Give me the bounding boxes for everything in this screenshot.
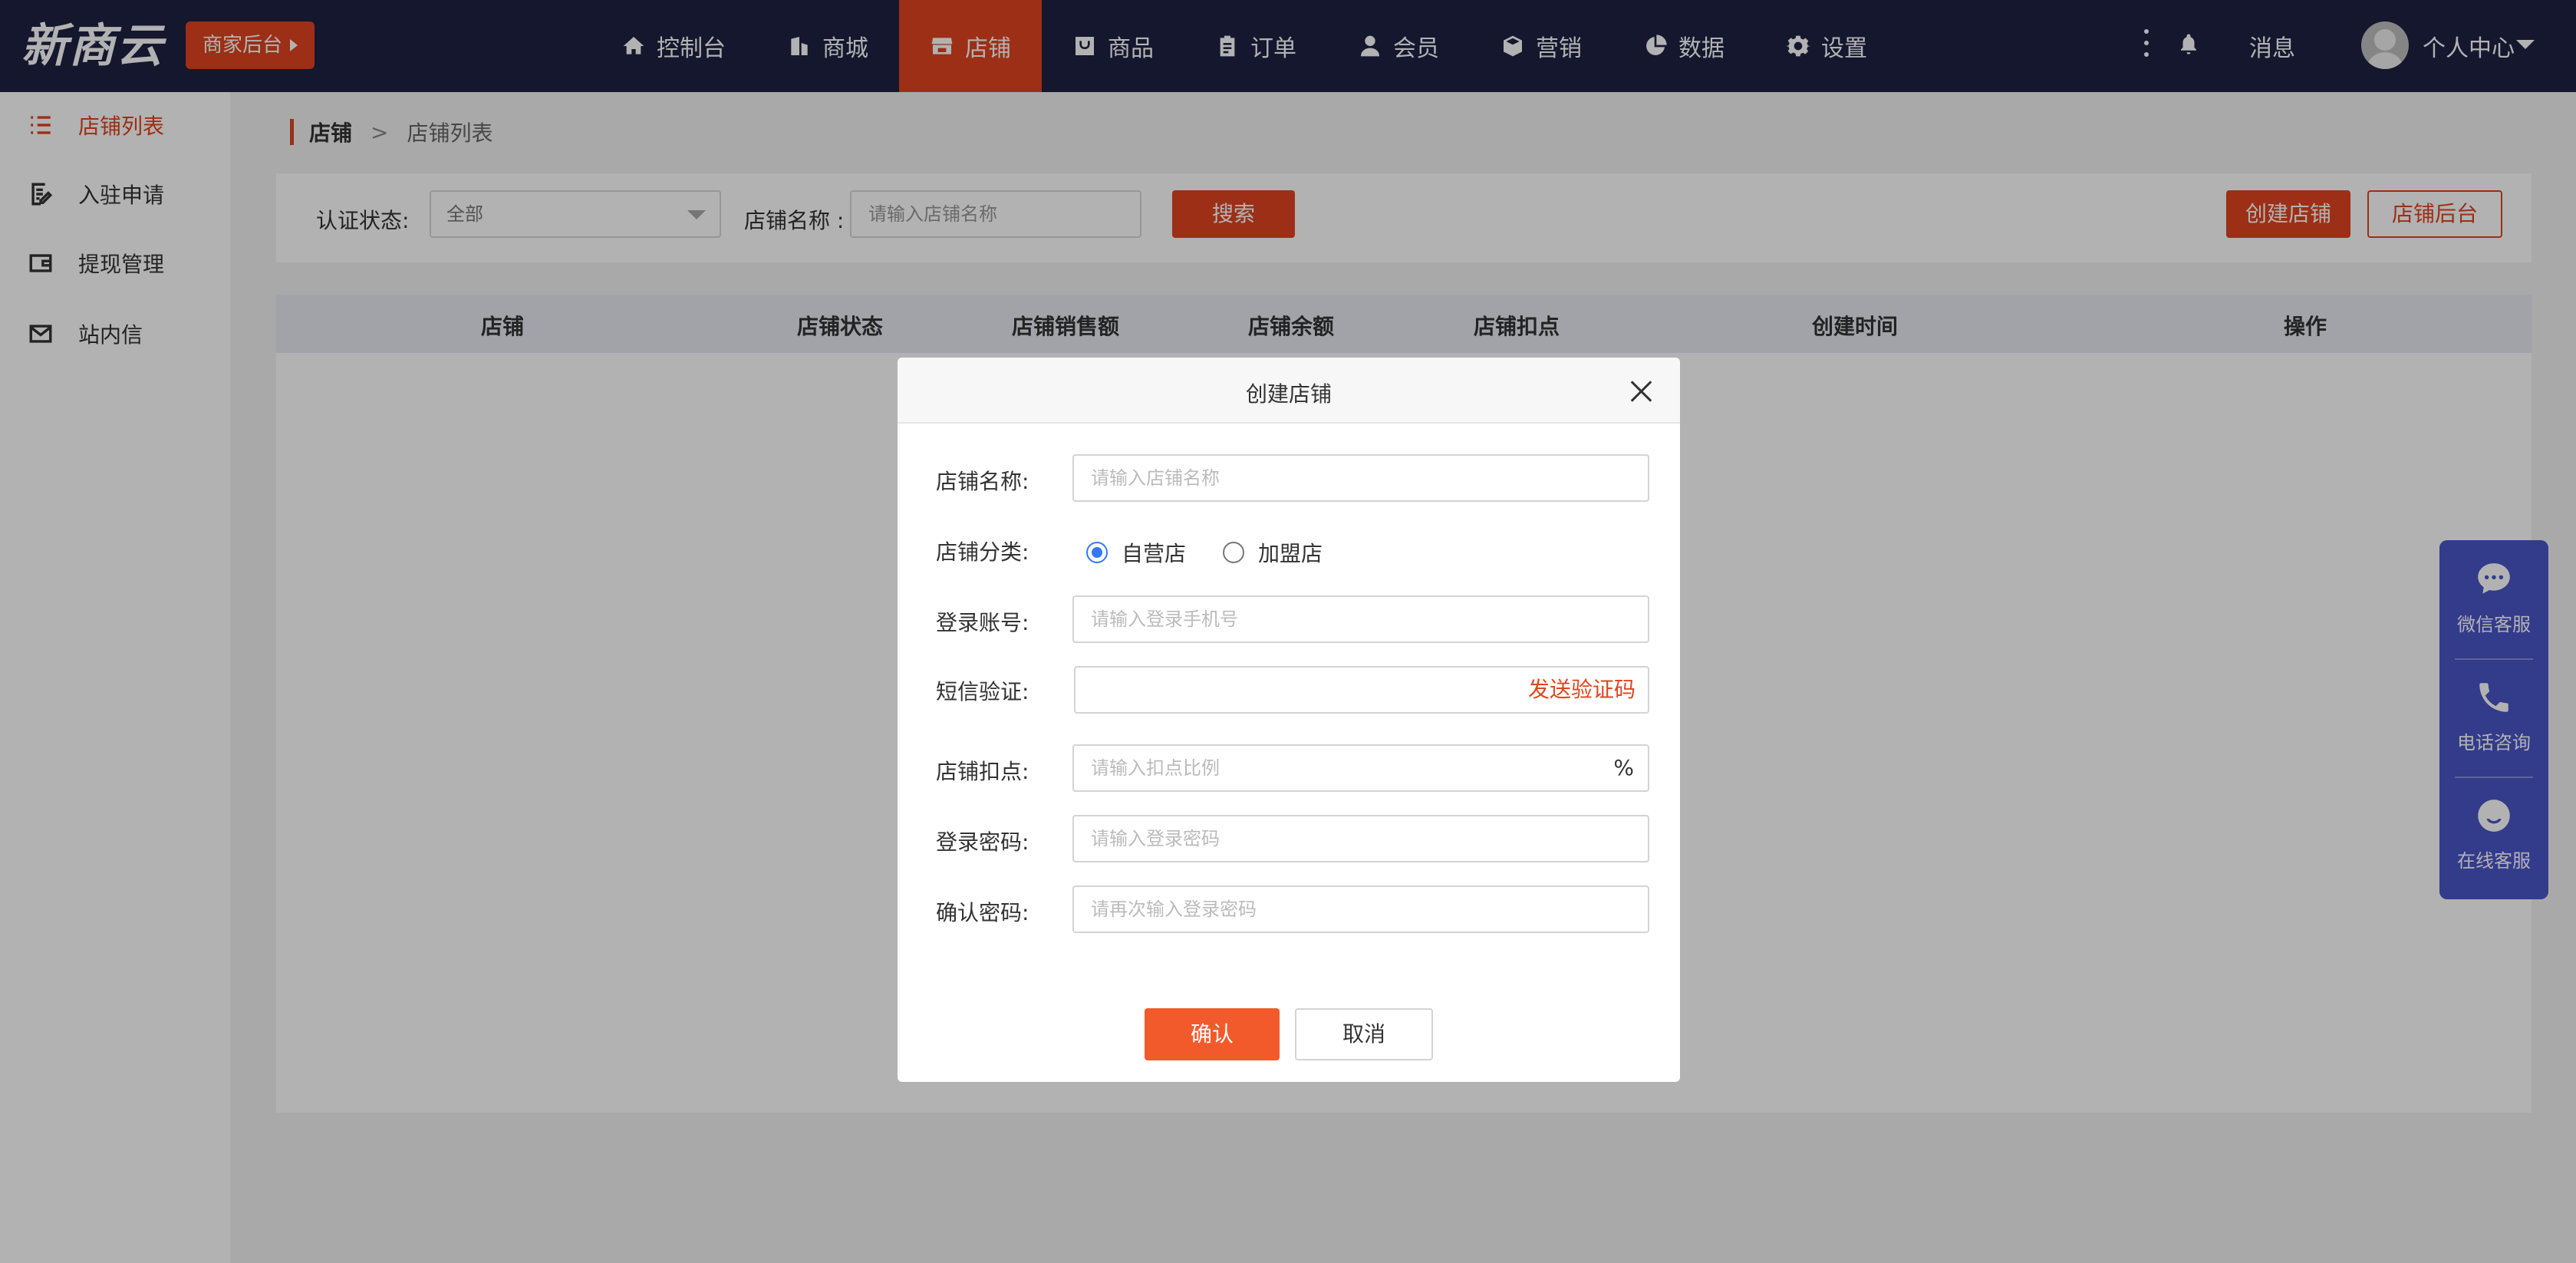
dialog-title: 创建店铺 <box>1245 381 1332 407</box>
category-radio-group: 自营店 加盟店 <box>1086 537 1359 568</box>
dialog-header: 创建店铺 <box>898 358 1680 424</box>
confirm-password-label: 确认密码: <box>936 900 1029 925</box>
create-store-dialog: 创建店铺 店铺名称: 请输入店铺名称 店铺分类: 自营店 加盟店 登录账号: 请… <box>898 358 1680 1082</box>
account-field[interactable]: 请输入登录手机号 <box>1072 595 1649 643</box>
password-field[interactable]: 请输入登录密码 <box>1072 815 1649 862</box>
shop-name-field[interactable]: 请输入店铺名称 <box>1072 454 1649 502</box>
password-label: 登录密码: <box>936 829 1029 855</box>
radio-franchise[interactable] <box>1223 542 1245 563</box>
cancel-button[interactable]: 取消 <box>1295 1008 1433 1060</box>
send-code-button[interactable]: 发送验证码 <box>1528 668 1636 712</box>
sms-label: 短信验证: <box>936 679 1029 704</box>
percent-suffix: % <box>1613 755 1634 780</box>
commission-field[interactable]: 请输入扣点比例 % <box>1072 744 1649 792</box>
radio-label[interactable]: 自营店 <box>1122 537 1186 568</box>
confirm-password-field[interactable]: 请再次输入登录密码 <box>1072 885 1649 933</box>
radio-self-operated[interactable] <box>1086 542 1108 563</box>
close-icon[interactable] <box>1629 379 1654 404</box>
commission-placeholder: 请输入扣点比例 <box>1091 757 1220 779</box>
shop-name-field-label: 店铺名称: <box>936 469 1029 494</box>
confirm-button[interactable]: 确认 <box>1145 1008 1280 1060</box>
category-label: 店铺分类: <box>936 539 1029 565</box>
account-label: 登录账号: <box>936 610 1029 635</box>
radio-label[interactable]: 加盟店 <box>1258 537 1323 568</box>
commission-label: 店铺扣点: <box>936 759 1029 784</box>
sms-code-field[interactable]: 发送验证码 <box>1074 666 1649 714</box>
